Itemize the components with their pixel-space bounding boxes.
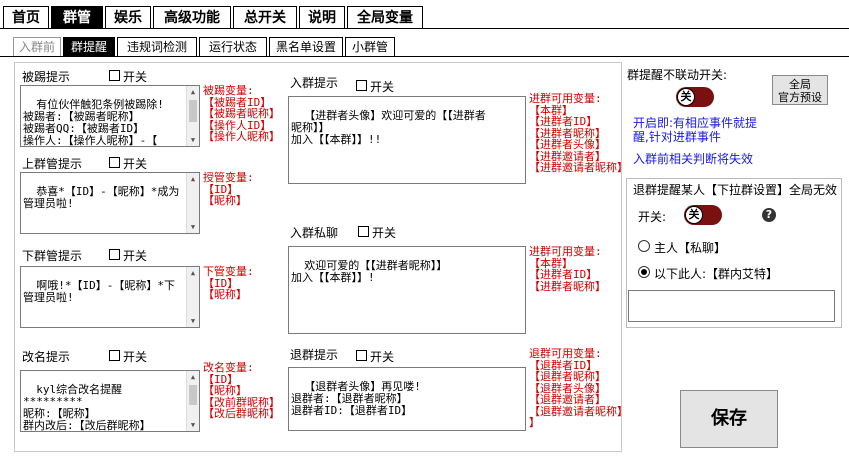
join-private-text: 欢迎可爱的【【进群者昵称】】 加入【【本群】】!	[291, 259, 448, 284]
subtab-blacklist[interactable]: 黑名单设置	[269, 37, 343, 56]
toggle-knob: 关	[677, 88, 695, 106]
rename-title: 改名提示	[22, 350, 71, 364]
pre-join-note: 入群前相关判断将失效	[633, 152, 754, 166]
promote-vars: 授管变量: 【ID】 【昵称】	[203, 171, 254, 207]
leave-title: 退群提示	[290, 348, 339, 362]
tab-global-vars[interactable]: 全局变量	[347, 6, 423, 28]
tab-entertainment[interactable]: 娱乐	[105, 6, 151, 28]
tab-advanced[interactable]: 高级功能	[153, 6, 231, 28]
save-button[interactable]: 保存	[680, 390, 778, 448]
demote-textarea[interactable]: 啊哦!*【ID】-【昵称】*下 管理员啦! ▲ ▼	[20, 266, 200, 328]
leave-vars: 退群可用变量: 【退群者ID】 【退群者昵称】 【退群者头像】 【退群邀请者】 …	[529, 347, 628, 429]
switch-description: 开启即:有相应事件就提 醒,针对进群事件	[633, 116, 758, 144]
help-icon[interactable]: ?	[762, 208, 776, 222]
subtab-run-status[interactable]: 运行状态	[199, 37, 267, 56]
demote-title: 下群管提示	[22, 249, 83, 263]
join-private-title: 入群私聊	[290, 226, 339, 240]
subtab-group-reminder[interactable]: 群提醒	[63, 37, 115, 56]
leave-notify-toggle[interactable]: 关	[684, 205, 722, 225]
rename-textarea[interactable]: kyl综合改名提醒 ********* 昵称:【昵称】 群内改后:【改后群昵称】…	[20, 370, 200, 432]
radio-owner[interactable]	[638, 240, 650, 252]
tab-home[interactable]: 首页	[3, 6, 49, 28]
kick-checkbox-label: 开关	[123, 70, 148, 84]
join-checkbox-label: 开关	[370, 80, 395, 94]
promote-scrollbar[interactable]: ▲ ▼	[186, 173, 199, 233]
leave-checkbox-label: 开关	[370, 350, 395, 364]
rename-vars: 改名变量: 【ID】 【昵称】 【改前群昵称】 【改后群昵称】	[203, 361, 280, 420]
demote-scrollbar[interactable]: ▲ ▼	[186, 267, 199, 327]
tab-group-manage[interactable]: 群管	[51, 6, 103, 28]
leave-notify-switch-label: 开关:	[638, 210, 667, 224]
radio-member[interactable]	[638, 266, 650, 278]
demote-text: 啊哦!*【ID】-【昵称】*下 管理员啦!	[23, 279, 175, 304]
join-vars: 进群可用变量: 【本群】 【进群者ID】 【进群者昵称】 【进群者头像】 【进群…	[529, 92, 628, 174]
rename-checkbox[interactable]	[109, 350, 120, 361]
subtab-before-join[interactable]: 入群前	[13, 37, 61, 56]
top-tab-bar: 首页 群管 娱乐 高级功能 总开关 说明 全局变量	[0, 0, 849, 30]
demote-checkbox[interactable]	[109, 249, 120, 260]
kick-textarea[interactable]: 有位伙伴触犯条例被踢除! 被踢者:【被踢者昵称】 被踢者QQ:【被踢者ID】 操…	[20, 85, 200, 147]
leave-text: 【退群者头像】再见喽! 退群者:【退群者昵称】 退群者ID:【退群者ID】	[291, 380, 421, 417]
toggle-knob: 关	[685, 206, 703, 224]
rename-checkbox-label: 开关	[123, 350, 148, 364]
radio-member-label: 以下此人:【群内艾特】	[654, 267, 779, 281]
top-tab-divider	[0, 28, 849, 29]
rename-text: kyl综合改名提醒 ********* 昵称:【昵称】 群内改后:【改后群昵称】…	[23, 383, 151, 432]
leave-textarea[interactable]: 【退群者头像】再见喽! 退群者:【退群者昵称】 退群者ID:【退群者ID】	[288, 367, 526, 431]
promote-textarea[interactable]: 恭喜*【ID】-【昵称】*成为 管理员啦! ▲ ▼	[20, 172, 200, 234]
leave-notify-group-title: 退群提醒某人【下拉群设置】全局无效	[633, 181, 838, 198]
kick-vars: 被踢变量: 【被踢者ID】 【被踢者昵称】 【操作人ID】 【操作人昵称】	[203, 84, 280, 143]
rename-scrollbar[interactable]: ▲ ▼	[186, 371, 199, 431]
no-link-switch-label: 群提醒不联动开关:	[627, 68, 728, 82]
target-person-input[interactable]	[628, 290, 835, 322]
join-text: 【进群者头像】欢迎可爱的【【进群者 昵称】】 加入【【本群】】!!	[291, 109, 486, 146]
promote-checkbox[interactable]	[109, 157, 120, 168]
promote-title: 上群管提示	[22, 157, 83, 171]
kick-scrollbar[interactable]: ▲ ▼	[186, 86, 199, 146]
global-preset-button[interactable]: 全局 官方预设	[772, 75, 828, 105]
radio-owner-label: 主人【私聊】	[654, 241, 727, 255]
kick-title: 被踢提示	[22, 70, 71, 84]
promote-text: 恭喜*【ID】-【昵称】*成为 管理员啦!	[23, 185, 180, 210]
tab-help[interactable]: 说明	[299, 6, 345, 28]
demote-vars: 下管变量: 【ID】 【昵称】	[203, 265, 254, 301]
join-checkbox[interactable]	[356, 80, 367, 91]
leave-checkbox[interactable]	[356, 350, 367, 361]
promote-checkbox-label: 开关	[123, 157, 148, 171]
subtab-word-filter[interactable]: 违规词检测	[117, 37, 197, 56]
join-private-checkbox-label: 开关	[372, 226, 397, 240]
join-private-checkbox[interactable]	[358, 226, 369, 237]
join-title: 入群提示	[290, 76, 339, 90]
tab-master-switch[interactable]: 总开关	[233, 6, 297, 28]
demote-checkbox-label: 开关	[123, 249, 148, 263]
kick-checkbox[interactable]	[109, 70, 120, 81]
join-private-textarea[interactable]: 欢迎可爱的【【进群者昵称】】 加入【【本群】】!	[288, 246, 526, 334]
subtab-mini-manage[interactable]: 小群管	[345, 37, 395, 56]
no-link-toggle[interactable]: 关	[676, 87, 714, 107]
join-textarea[interactable]: 【进群者头像】欢迎可爱的【【进群者 昵称】】 加入【【本群】】!!	[288, 96, 526, 184]
join-private-vars: 进群可用变量: 【本群】 【进群者ID】 【进群者昵称】	[529, 245, 606, 293]
sub-tab-divider	[0, 56, 849, 57]
kick-text: 有位伙伴触犯条例被踢除! 被踢者:【被踢者昵称】 被踢者QQ:【被踢者ID】 操…	[23, 98, 164, 147]
